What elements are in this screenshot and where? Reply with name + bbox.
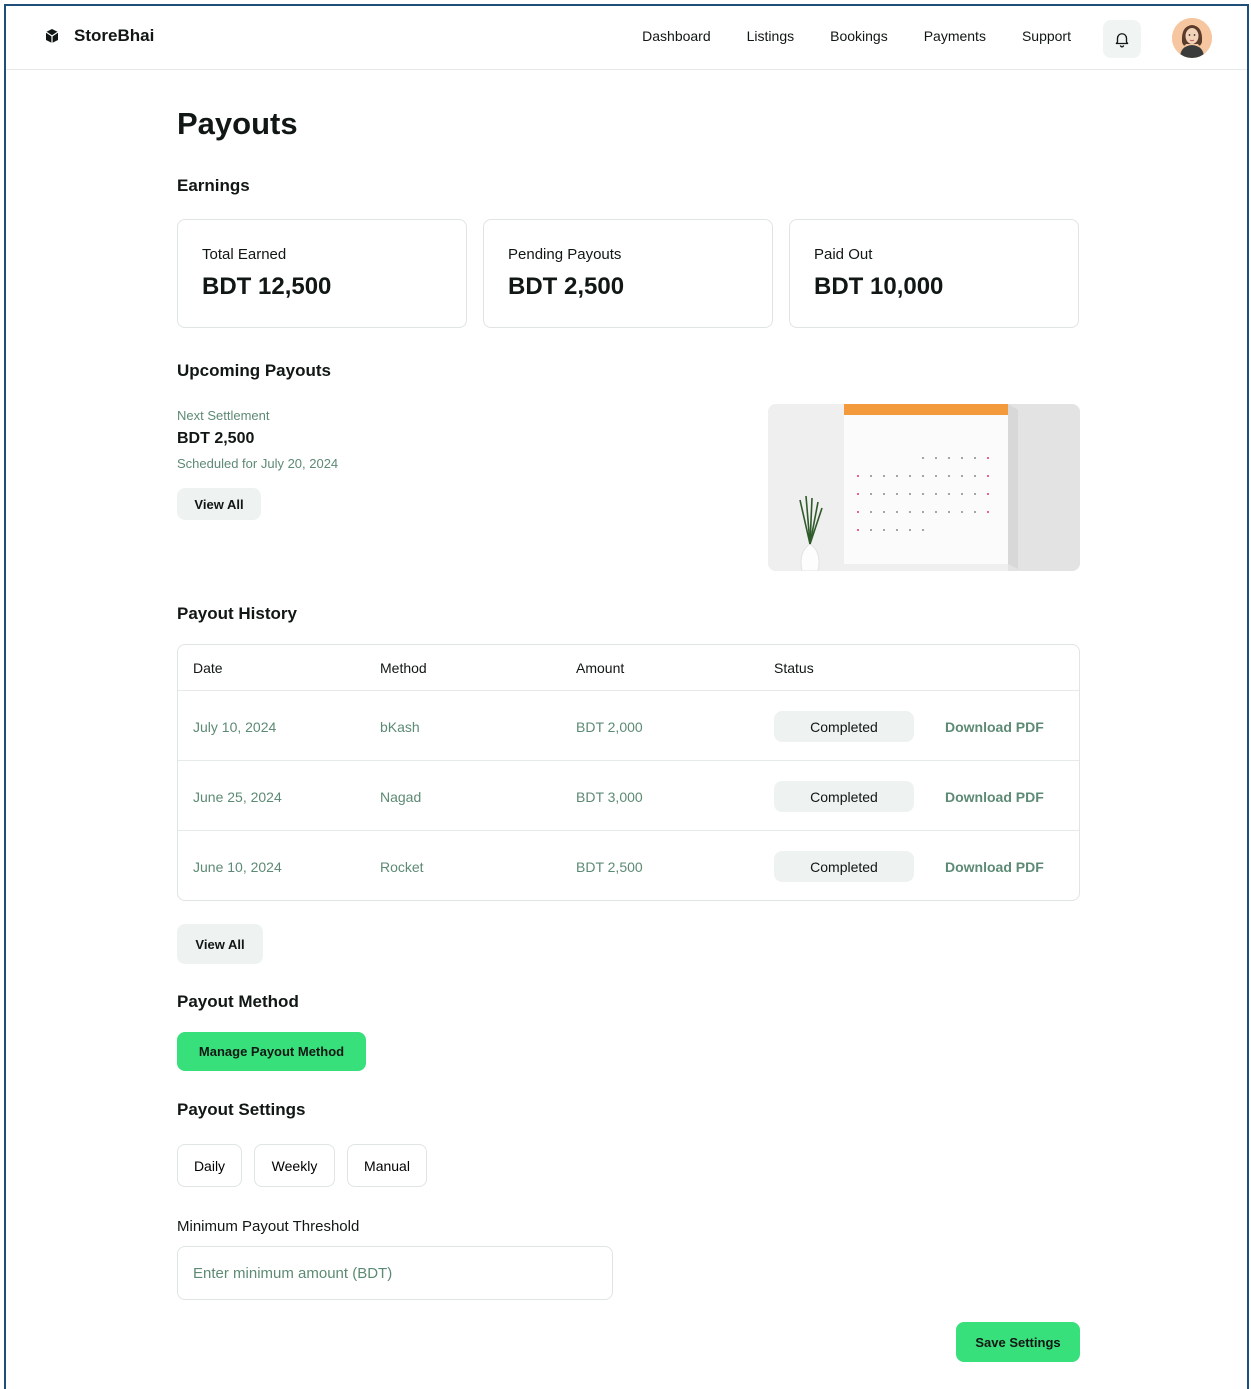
row-date: June 25, 2024	[193, 789, 282, 805]
next-settlement-amount: BDT 2,500	[177, 430, 255, 447]
status-badge: Completed	[774, 851, 914, 882]
row-method: Nagad	[380, 789, 422, 805]
table-row: June 25, 2024 Nagad BDT 3,000 Completed …	[178, 761, 1079, 831]
card-label: Total Earned	[202, 246, 287, 263]
status-badge: Completed	[774, 711, 914, 742]
column-header-status: Status	[774, 660, 814, 676]
download-pdf-link[interactable]: Download PDF	[945, 789, 1044, 805]
user-avatar[interactable]	[1172, 18, 1212, 58]
next-settlement-label: Next Settlement	[177, 408, 270, 423]
scheduled-date: Scheduled for July 20, 2024	[177, 456, 339, 471]
nav-dashboard[interactable]: Dashboard	[642, 28, 711, 44]
app-window: StoreBhai Dashboard Listings Bookings Pa…	[4, 4, 1249, 1389]
earnings-title: Earnings	[177, 176, 250, 195]
calendar-illustration	[768, 404, 1080, 571]
row-method: bKash	[380, 719, 420, 735]
nav-bookings[interactable]: Bookings	[830, 28, 888, 44]
table-row: July 10, 2024 bKash BDT 2,000 Completed …	[178, 691, 1079, 761]
payout-settings-title: Payout Settings	[177, 1100, 306, 1119]
cube-logo-icon	[45, 29, 59, 43]
column-header-date: Date	[193, 660, 223, 676]
pending-payouts-card: Pending Payouts BDT 2,500	[483, 219, 773, 328]
card-value: BDT 12,500	[202, 273, 332, 300]
row-amount: BDT 2,500	[576, 859, 643, 875]
row-amount: BDT 2,000	[576, 719, 643, 735]
card-label: Paid Out	[814, 246, 873, 263]
status-badge: Completed	[774, 781, 914, 812]
row-amount: BDT 3,000	[576, 789, 643, 805]
card-value: BDT 2,500	[508, 273, 625, 300]
download-pdf-link[interactable]: Download PDF	[945, 859, 1044, 875]
app-name: StoreBhai	[74, 26, 155, 45]
brand[interactable]: StoreBhai	[44, 26, 154, 46]
save-settings-button[interactable]: Save Settings	[956, 1322, 1080, 1362]
frequency-manual-button[interactable]: Manual	[347, 1144, 427, 1187]
total-earned-card: Total Earned BDT 12,500	[177, 219, 467, 328]
card-label: Pending Payouts	[508, 246, 622, 263]
notifications-button[interactable]	[1103, 20, 1141, 58]
calendar-image-icon	[768, 404, 1080, 571]
bell-icon	[1115, 33, 1129, 48]
top-header: StoreBhai Dashboard Listings Bookings Pa…	[6, 6, 1247, 70]
page-title: Payouts	[177, 106, 298, 141]
download-pdf-link[interactable]: Download PDF	[945, 719, 1044, 735]
column-header-method: Method	[380, 660, 427, 676]
table-header: Date Method Amount Status	[178, 645, 1079, 691]
history-view-all-button[interactable]: View All	[177, 924, 263, 964]
avatar-portrait-icon	[1172, 18, 1212, 58]
row-method: Rocket	[380, 859, 424, 875]
nav-listings[interactable]: Listings	[747, 28, 794, 44]
nav-payments[interactable]: Payments	[924, 28, 986, 44]
row-date: June 10, 2024	[193, 859, 282, 875]
frequency-weekly-button[interactable]: Weekly	[254, 1144, 335, 1187]
row-date: July 10, 2024	[193, 719, 277, 735]
nav-support[interactable]: Support	[1022, 28, 1071, 44]
payout-history-table: Date Method Amount Status July 10, 2024 …	[177, 644, 1080, 901]
table-row: June 10, 2024 Rocket BDT 2,500 Completed…	[178, 831, 1079, 900]
payout-method-title: Payout Method	[177, 992, 299, 1011]
paid-out-card: Paid Out BDT 10,000	[789, 219, 1079, 328]
upcoming-view-all-button[interactable]: View All	[177, 488, 261, 520]
card-value: BDT 10,000	[814, 273, 944, 300]
threshold-label: Minimum Payout Threshold	[177, 1218, 360, 1235]
column-header-amount: Amount	[576, 660, 625, 676]
manage-payout-method-button[interactable]: Manage Payout Method	[177, 1032, 366, 1071]
threshold-input[interactable]	[177, 1246, 613, 1300]
main-nav: Dashboard Listings Bookings Payments Sup…	[642, 28, 1071, 44]
frequency-daily-button[interactable]: Daily	[177, 1144, 242, 1187]
upcoming-payouts-title: Upcoming Payouts	[177, 361, 331, 380]
payout-history-title: Payout History	[177, 604, 297, 623]
